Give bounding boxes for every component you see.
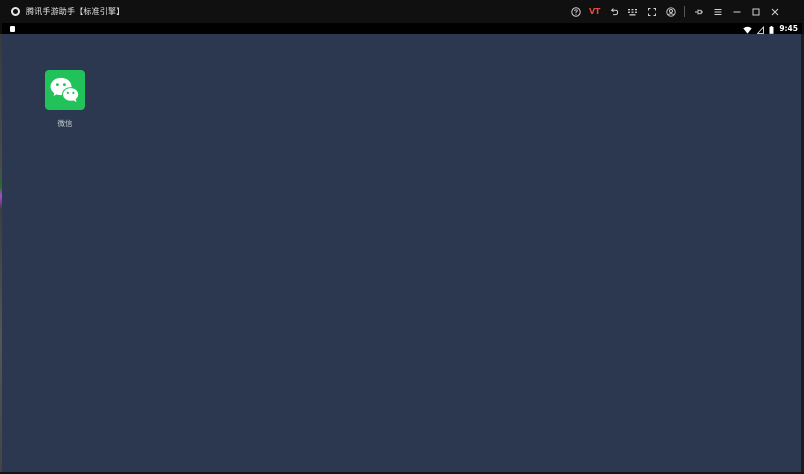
help-icon[interactable] <box>566 0 585 23</box>
pin-icon[interactable] <box>689 0 708 23</box>
status-clock: 9:45 <box>779 24 798 33</box>
app-shortcut-wechat[interactable]: 微信 <box>42 70 88 129</box>
menu-icon[interactable] <box>708 0 727 23</box>
account-icon[interactable] <box>661 0 680 23</box>
back-icon[interactable] <box>604 0 623 23</box>
keyboard-icon[interactable] <box>623 0 642 23</box>
app-label: 微信 <box>57 119 73 128</box>
android-status-bar: 9:45 <box>2 23 802 34</box>
android-home-screen: 微信 <box>2 34 801 472</box>
title-bar: 腾讯手游助手【标准引擎】 VT <box>0 0 804 23</box>
fullscreen-icon[interactable] <box>642 0 661 23</box>
app-logo-icon <box>11 7 20 16</box>
vt-icon[interactable]: VT <box>585 0 604 23</box>
emulator-window: 腾讯手游助手【标准引擎】 VT 9:45 微信 <box>0 0 804 474</box>
toolbar-divider <box>684 6 685 17</box>
status-icons: 9:45 <box>743 23 798 34</box>
wechat-icon[interactable] <box>45 70 85 110</box>
close-icon[interactable] <box>765 0 784 23</box>
vt-label: VT <box>588 7 601 16</box>
window-title: 腾讯手游助手【标准引擎】 <box>26 7 125 16</box>
notification-icon <box>10 25 15 32</box>
